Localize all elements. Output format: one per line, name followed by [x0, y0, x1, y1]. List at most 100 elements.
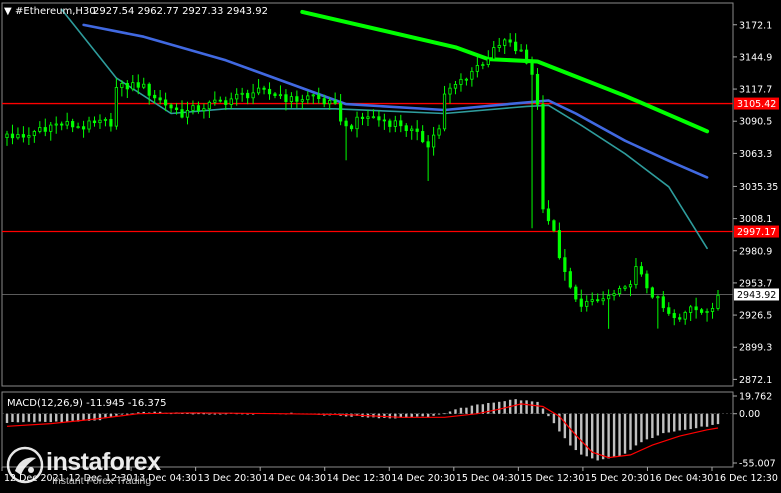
- candle-body: [240, 92, 244, 95]
- price-tick-label: 2872.1: [739, 375, 772, 386]
- candle-body: [453, 83, 458, 89]
- macd-histogram-bar: [33, 413, 36, 423]
- macd-histogram-bar: [49, 413, 52, 423]
- candle-body: [322, 98, 326, 105]
- candle-body: [699, 309, 704, 313]
- candle-body: [497, 45, 501, 48]
- candle-body: [694, 306, 698, 311]
- candle-body: [333, 100, 337, 104]
- candle-body: [267, 88, 272, 95]
- candle-body: [508, 39, 512, 43]
- macd-histogram-bar: [98, 413, 102, 421]
- candle-body: [410, 128, 414, 132]
- candle-body: [213, 99, 217, 103]
- price-tick-label: 2953.7: [739, 278, 772, 289]
- macd-histogram-bar: [667, 413, 670, 433]
- price-tick-label: 2926.5: [739, 311, 772, 322]
- macd-histogram-bar: [574, 413, 577, 451]
- candle-body: [328, 100, 332, 105]
- time-tick-label: 15 Dec 04:30: [456, 473, 520, 484]
- candle-body: [448, 87, 452, 95]
- candle-body: [98, 119, 102, 124]
- macd-histogram-bar: [580, 413, 583, 455]
- candle-body: [81, 126, 86, 130]
- macd-histogram-bar: [415, 413, 419, 417]
- macd-signal-line: [6, 403, 719, 459]
- price-tick-label: 3144.9: [739, 52, 772, 63]
- macd-histogram-bar: [689, 413, 692, 430]
- time-tick-label: 14 Dec 12:30: [327, 473, 391, 484]
- macd-histogram-bar: [536, 401, 539, 414]
- candle-body: [382, 119, 386, 122]
- candle-body: [535, 73, 540, 105]
- time-tick-label: 16 Dec 12:30: [714, 473, 778, 484]
- candle-body: [76, 126, 80, 129]
- candle-body: [399, 120, 403, 127]
- macd-histogram-bar: [498, 401, 501, 414]
- macd-histogram-bar: [27, 413, 31, 422]
- candle-body: [38, 127, 42, 132]
- candle-body: [224, 100, 228, 105]
- price-tick-label: 3090.5: [739, 117, 772, 128]
- candle-body: [475, 65, 479, 72]
- macd-histogram-bar: [421, 413, 424, 417]
- candle-body: [650, 287, 654, 298]
- candle-body: [596, 299, 600, 302]
- macd-histogram-bar: [585, 413, 588, 457]
- macd-histogram-bar: [623, 413, 627, 454]
- candle-body: [371, 116, 376, 119]
- candle-body: [300, 99, 304, 102]
- macd-histogram-bar: [219, 413, 222, 415]
- price-tick-label: 3117.7: [739, 85, 772, 96]
- candle-body: [289, 96, 294, 102]
- macd-histogram-bar: [683, 413, 687, 430]
- candle-body: [459, 78, 463, 85]
- candle-body: [617, 288, 622, 295]
- candle-body: [585, 301, 589, 307]
- candle-body: [689, 306, 693, 313]
- candle-body: [710, 308, 715, 312]
- macd-histogram-bar: [120, 413, 124, 415]
- price-axis: 3172.1 3144.9 3117.7 3090.5 3063.3 3035.35 300…: [733, 20, 778, 470]
- candle-body: [552, 220, 556, 231]
- macd-tick-label: -55.007: [739, 459, 776, 470]
- candle-body: [716, 294, 720, 309]
- macd-histogram-bar: [673, 413, 676, 432]
- candle-body: [278, 94, 283, 97]
- macd-histogram-bar: [612, 413, 616, 458]
- macd-histogram-bar: [71, 413, 74, 421]
- candle-body: [541, 104, 545, 210]
- symbol-label: #Ethereum,H30: [15, 6, 96, 17]
- chart-header: ▼ #Ethereum,H30 2927.54 2962.77 2927.33 …: [4, 6, 268, 17]
- candle-body: [262, 87, 266, 90]
- candle-body: [661, 296, 665, 309]
- macd-histogram-bar: [448, 411, 452, 414]
- candle-body: [464, 78, 469, 81]
- price-tick-label: 3035.35: [739, 182, 778, 193]
- candle-body: [656, 296, 660, 299]
- macd-histogram-bar: [44, 413, 47, 422]
- candle-body: [158, 97, 162, 101]
- candle-body: [524, 49, 529, 64]
- price-tick-label: 2980.9: [739, 246, 772, 257]
- moving-average-line: [82, 23, 709, 179]
- candle-body: [705, 311, 709, 313]
- candle-body: [437, 128, 441, 136]
- candle-body: [645, 273, 649, 289]
- candle-body: [530, 62, 534, 75]
- chart-stage: 3105.42 2997.17 2943.92 3172.1 3144.9 3117.7…: [0, 0, 781, 489]
- macd-histogram-bar: [191, 413, 195, 415]
- candle-body: [136, 82, 140, 88]
- macd-histogram-bar: [459, 407, 463, 414]
- candle-body: [393, 120, 397, 127]
- candle-body: [103, 119, 108, 121]
- candle-body: [366, 116, 370, 119]
- candle-body: [164, 99, 168, 106]
- macd-histogram-bar: [601, 413, 605, 460]
- candle-body: [295, 96, 299, 102]
- candle-body: [349, 125, 354, 130]
- collapse-arrow-icon[interactable]: ▼: [4, 6, 12, 17]
- macd-histogram-bar: [694, 413, 698, 429]
- macd-histogram-bar: [547, 413, 550, 417]
- macd-histogram-bar: [678, 413, 681, 431]
